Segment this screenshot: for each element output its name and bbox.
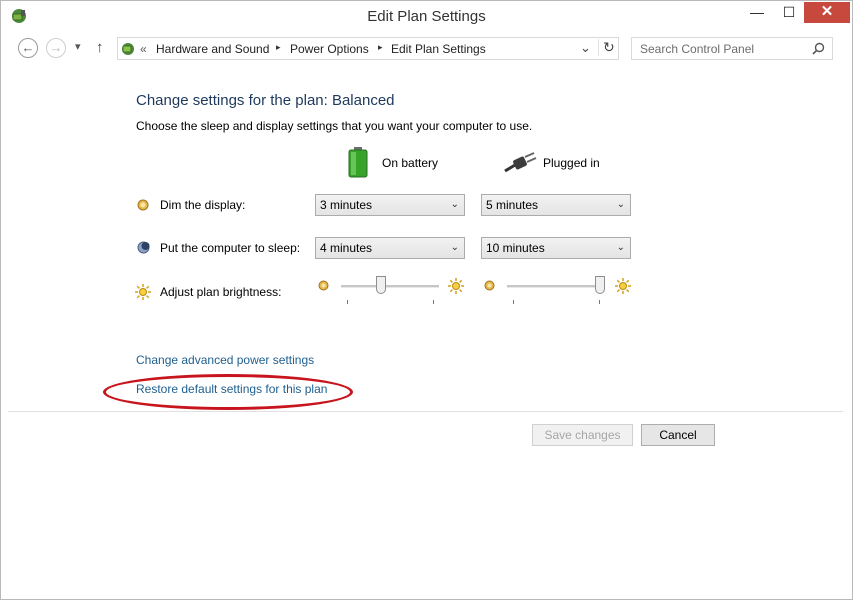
- cancel-button[interactable]: Cancel: [641, 424, 715, 446]
- control-panel-icon: [122, 43, 134, 55]
- back-button[interactable]: ←: [18, 38, 38, 58]
- chevron-down-icon: ⌄: [450, 199, 459, 210]
- dim-display-battery-value: 3 minutes: [320, 198, 373, 212]
- dim-brightness-icon: [484, 280, 495, 291]
- brightness-plugged-slider[interactable]: [507, 276, 605, 306]
- forward-button[interactable]: →: [46, 38, 66, 58]
- page-subtitle: Choose the sleep and display settings th…: [136, 119, 533, 133]
- slider-tick: [513, 300, 514, 304]
- bright-brightness-icon: [448, 278, 464, 294]
- minimize-button[interactable]: —: [743, 2, 771, 23]
- title-bar: Edit Plan Settings — ☐ ✕: [1, 1, 852, 31]
- slider-track: [507, 285, 605, 288]
- column-on-battery: On battery: [382, 156, 439, 170]
- brightness-label: Adjust plan brightness:: [160, 285, 282, 299]
- breadcrumb-separator[interactable]: ▸: [378, 42, 383, 53]
- chevron-down-icon: ⌄: [450, 242, 459, 253]
- battery-icon: [348, 147, 368, 178]
- power-plug-icon: [504, 152, 537, 173]
- search-input[interactable]: Search Control Panel: [640, 42, 754, 56]
- sleep-icon: [137, 241, 150, 254]
- breadcrumb-edit-plan-settings[interactable]: Edit Plan Settings: [391, 42, 486, 56]
- window-title: Edit Plan Settings: [367, 8, 486, 25]
- chevron-down-icon: ⌄: [616, 242, 625, 253]
- sleep-plugged-value: 10 minutes: [486, 241, 545, 255]
- slider-tick: [433, 300, 434, 304]
- column-plugged-in: Plugged in: [543, 156, 600, 170]
- sleep-label: Put the computer to sleep:: [160, 241, 301, 255]
- dim-brightness-icon: [318, 280, 329, 291]
- search-box[interactable]: Search Control Panel: [631, 37, 833, 60]
- sleep-battery-select[interactable]: 4 minutes ⌄: [315, 237, 465, 259]
- highlight-annotation: [103, 374, 353, 410]
- breadcrumb-overflow[interactable]: «: [140, 42, 147, 56]
- dim-display-battery-select[interactable]: 3 minutes ⌄: [315, 194, 465, 216]
- close-button[interactable]: ✕: [804, 2, 850, 23]
- search-icon[interactable]: [812, 42, 825, 55]
- breadcrumb-hardware-and-sound[interactable]: Hardware and Sound: [156, 42, 269, 56]
- sleep-battery-value: 4 minutes: [320, 241, 373, 255]
- slider-thumb[interactable]: [595, 276, 605, 294]
- dim-display-plugged-value: 5 minutes: [486, 198, 539, 212]
- bright-brightness-icon: [615, 278, 631, 294]
- chevron-down-icon: ⌄: [616, 199, 625, 210]
- up-button[interactable]: ↑: [96, 39, 104, 56]
- slider-tick: [599, 300, 600, 304]
- page-title: Change settings for the plan: Balanced: [136, 92, 395, 109]
- save-changes-button[interactable]: Save changes: [532, 424, 633, 446]
- dim-display-plugged-select[interactable]: 5 minutes ⌄: [481, 194, 631, 216]
- advanced-power-settings-link[interactable]: Change advanced power settings: [136, 353, 314, 367]
- address-dropdown-icon[interactable]: ⌄: [580, 40, 591, 56]
- footer-divider: [8, 411, 843, 412]
- breadcrumb-separator[interactable]: ▸: [276, 42, 281, 53]
- dim-display-icon: [137, 199, 149, 211]
- slider-thumb[interactable]: [376, 276, 386, 294]
- sleep-plugged-select[interactable]: 10 minutes ⌄: [481, 237, 631, 259]
- recent-pages-dropdown[interactable]: ▾: [75, 40, 81, 53]
- slider-tick: [347, 300, 348, 304]
- brightness-battery-slider[interactable]: [341, 276, 439, 306]
- dim-display-label: Dim the display:: [160, 198, 246, 212]
- refresh-icon[interactable]: ↻: [598, 39, 615, 56]
- brightness-icon: [135, 284, 151, 300]
- slider-track: [341, 285, 439, 288]
- address-bar[interactable]: « Hardware and Sound ▸ Power Options ▸ E…: [117, 37, 619, 60]
- maximize-button[interactable]: ☐: [775, 2, 803, 23]
- breadcrumb-power-options[interactable]: Power Options: [290, 42, 369, 56]
